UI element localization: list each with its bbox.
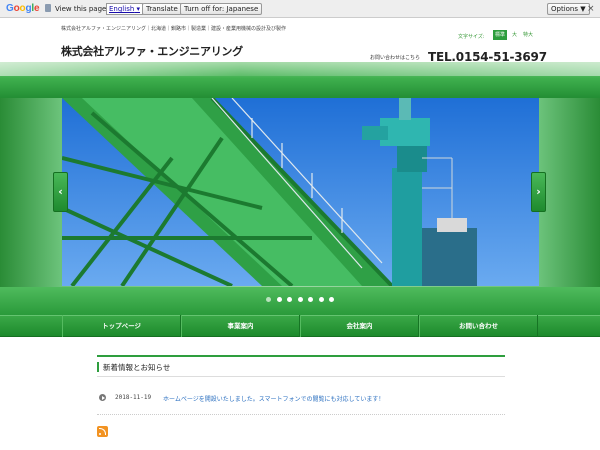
slider-dot[interactable] bbox=[297, 297, 303, 302]
slider-image bbox=[62, 98, 539, 286]
slider-dot[interactable] bbox=[276, 297, 282, 302]
site-name[interactable]: 株式会社アルファ・エンジニアリング bbox=[61, 43, 243, 59]
slider-dot[interactable] bbox=[329, 297, 334, 302]
news-date: 2018-11-19 bbox=[115, 394, 152, 401]
nav-item-business[interactable]: 事業案内 bbox=[181, 315, 300, 337]
translate-info-icon bbox=[45, 4, 51, 12]
options-button[interactable]: Options ▼ bbox=[547, 3, 590, 15]
tagline: 株式会社アルファ・エンジニアリング｜北海道｜釧路市｜製造業｜建設・産業用機械の設… bbox=[61, 26, 286, 32]
slider-dot[interactable] bbox=[318, 297, 324, 302]
slider-dot[interactable] bbox=[266, 297, 271, 302]
font-size-label: 文字サイズ: bbox=[458, 34, 485, 40]
slider-prev-button[interactable]: ‹ bbox=[53, 172, 68, 212]
nav-item-company[interactable]: 会社案内 bbox=[300, 315, 419, 337]
news-link[interactable]: ホームページを開設いたしました。スマートフォンでの閲覧にも対応しています！ bbox=[163, 394, 384, 403]
translate-bar: Google View this page in: English ▾ Tran… bbox=[0, 0, 600, 18]
translate-button[interactable]: Translate bbox=[142, 3, 182, 15]
google-logo: Google bbox=[6, 3, 40, 14]
nav-item-contact[interactable]: お問い合わせ bbox=[419, 315, 538, 337]
header-band-highlight bbox=[0, 62, 600, 76]
translate-language-select[interactable]: English ▾ bbox=[106, 3, 144, 15]
news-item: 2018-11-19 ホームページを開設いたしました。スマートフォンでの閲覧にも… bbox=[97, 390, 505, 415]
slider-dot[interactable] bbox=[287, 297, 292, 302]
play-bullet-icon bbox=[99, 394, 106, 401]
news-heading-bar bbox=[97, 362, 99, 372]
turn-off-button[interactable]: Turn off for: Japanese bbox=[180, 3, 263, 15]
translate-language-value: English bbox=[109, 5, 135, 13]
slide-photo-conveyor bbox=[62, 98, 539, 286]
contact-label: お問い合わせはこちら bbox=[370, 55, 421, 61]
slider-next-button[interactable]: › bbox=[531, 172, 546, 212]
news-title: 新着情報とお知らせ bbox=[103, 363, 171, 372]
font-size-xlarge-button[interactable]: 特大 bbox=[521, 30, 535, 40]
slider-dot[interactable] bbox=[308, 297, 313, 302]
font-size-standard-button[interactable]: 標準 bbox=[493, 30, 508, 40]
news-heading: 新着情報とお知らせ bbox=[97, 355, 505, 377]
nav-item-top[interactable]: トップページ bbox=[62, 315, 181, 337]
font-size-large-button[interactable]: 大 bbox=[510, 30, 519, 40]
site-header: 株式会社アルファ・エンジニアリング｜北海道｜釧路市｜製造業｜建設・産業用機械の設… bbox=[0, 18, 600, 64]
close-icon[interactable]: × bbox=[587, 4, 595, 14]
rss-icon[interactable] bbox=[97, 426, 108, 437]
